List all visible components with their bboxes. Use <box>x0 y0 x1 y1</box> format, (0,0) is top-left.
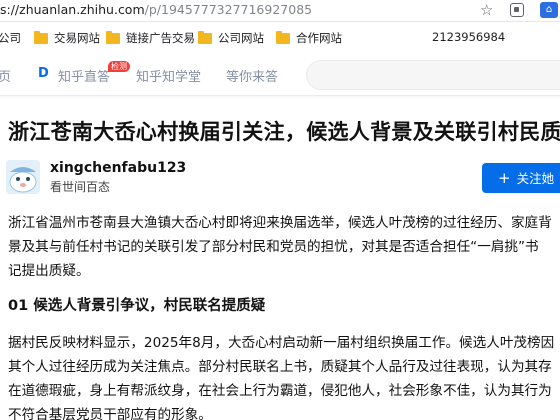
avatar-image <box>6 160 40 194</box>
bookmark-label: 链接广告交易 <box>126 31 195 45</box>
bookmark-item-company[interactable]: 公司 <box>0 30 21 46</box>
url-path: /p/1945777327716927085 <box>144 2 313 17</box>
paragraph-line: 其个人过往经历成为关注焦点。部分村民联名上书，质疑其个人品行及过往表现，认为其存 <box>8 359 552 375</box>
bookmark-label: 公司网站 <box>218 31 264 45</box>
bookmark-folder-trading[interactable]: 交易网站 <box>34 30 100 46</box>
nav-learn[interactable]: 知乎知学堂 <box>136 66 201 85</box>
url-text[interactable]: s://zhuanlan.zhihu.com/p/194577732771692… <box>0 2 312 17</box>
follow-button[interactable]: + 关注她 <box>482 163 560 193</box>
article-title: 浙江苍南大岙心村换届引关注，候选人背景及关联引村民质疑 <box>8 120 560 144</box>
zhihu-top-nav: 页 D 知乎直答 检测 知乎知学堂 等你来答 <box>0 52 560 96</box>
section-heading: 01 候选人背景引争议，村民联名提质疑 <box>8 298 266 314</box>
bookmark-folder-partners[interactable]: 合作网站 <box>276 30 342 46</box>
address-bar[interactable]: s://zhuanlan.zhihu.com/p/194577732771692… <box>0 0 560 22</box>
nav-home[interactable]: 页 <box>0 66 11 85</box>
paragraph-line: 浙江省温州市苍南县大渔镇大岙心村即将迎来换届选举，候选人叶茂榜的过往经历、家庭背 <box>8 215 552 231</box>
author-avatar[interactable] <box>6 160 40 194</box>
paragraph-line: 在道德瑕疵，身上有帮派纹身，在社会上行为霸道，侵犯他人，社会形象不佳，认为其行为 <box>8 383 552 399</box>
author-description: 看世间百态 <box>50 180 111 194</box>
bookmark-folder-link-ads[interactable]: 链接广告交易 <box>106 30 195 46</box>
paragraph-line: 据村民反映材料显示，2025年8月，大岙心村启动新一届村组织换届工作。候选人叶茂… <box>8 335 555 351</box>
bookmarks-bar: 公司 交易网站 链接广告交易 公司网站 合作网站 2123956984 <box>0 26 560 50</box>
bookmark-label: 交易网站 <box>54 31 100 45</box>
zhida-logo-icon: D <box>38 66 49 81</box>
nav-wait-answer[interactable]: 等你来答 <box>226 66 278 85</box>
bookmark-star-icon[interactable]: ☆ <box>480 1 493 19</box>
paragraph-line: 不符合基层党员干部应有的形象。 <box>8 407 212 420</box>
bookmark-number[interactable]: 2123956984 <box>432 30 505 44</box>
extension-icon[interactable] <box>510 3 524 17</box>
article-paragraph-2: 据村民反映材料显示，2025年8月，大岙心村启动新一届村组织换届工作。候选人叶茂… <box>8 331 558 420</box>
bookmark-label: 合作网站 <box>296 31 342 45</box>
bookmark-label: 公司 <box>0 31 21 45</box>
bookmark-number-label: 2123956984 <box>432 30 506 44</box>
search-input[interactable] <box>306 60 560 90</box>
article-paragraph-1: 浙江省温州市苍南县大渔镇大岙心村即将迎来换届选举，候选人叶茂榜的过往经历、家庭背… <box>8 211 558 283</box>
paragraph-line: 景及其与前任村书记的关联引发了部分村民和党员的担忧，对其是否适合担任“一肩挑”书 <box>8 239 539 255</box>
baidu-paw-icon[interactable]: ⌂ <box>540 2 558 18</box>
folder-icon <box>106 30 120 44</box>
paragraph-line: 记提出质疑。 <box>8 263 90 279</box>
bookmark-folder-company-sites[interactable]: 公司网站 <box>198 30 264 46</box>
folder-icon <box>34 30 48 44</box>
plus-icon: + <box>498 169 511 187</box>
author-name[interactable]: xingchenfabu123 <box>50 160 186 176</box>
folder-icon <box>276 30 290 44</box>
url-host: s://zhuanlan.zhihu.com <box>0 2 145 17</box>
folder-icon <box>198 30 212 44</box>
follow-label: 关注她 <box>516 171 555 186</box>
nav-zhida[interactable]: 知乎直答 <box>58 66 110 85</box>
zhida-badge: 检测 <box>108 61 130 72</box>
